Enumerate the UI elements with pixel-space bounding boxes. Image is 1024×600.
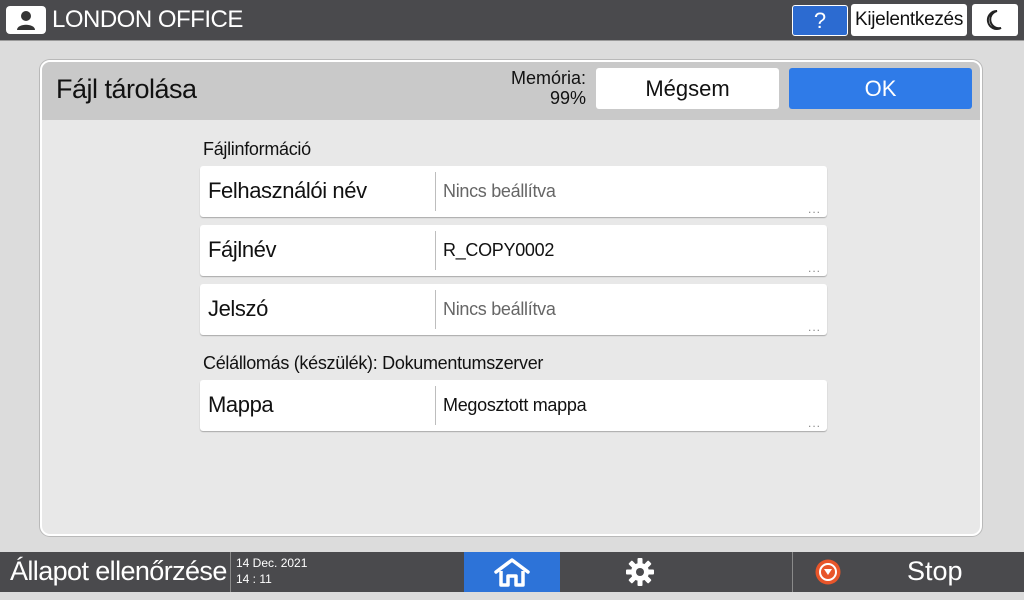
bottom-bar: Állapot ellenőrzése 14 Dec. 2021 14 : 11 (0, 552, 1024, 592)
field-divider (435, 290, 436, 329)
home-button[interactable] (464, 552, 560, 592)
user-name-field[interactable]: Felhasználói név Nincs beállítva ... (200, 166, 827, 217)
file-name-field[interactable]: Fájlnév R_COPY0002 ... (200, 225, 827, 276)
bottom-strip (0, 592, 1024, 600)
field-value: R_COPY0002 (443, 240, 555, 260)
destination-label: Célállomás (készülék): Dokumentumszerver (203, 353, 544, 373)
field-value: Megosztott mappa (443, 395, 587, 415)
file-info-label: Fájlinformáció (203, 139, 311, 159)
field-label: Mappa (208, 392, 274, 417)
field-label: Jelszó (208, 296, 268, 321)
date-text: 14 Dec. 2021 (236, 556, 308, 570)
more-indicator: ... (807, 202, 821, 216)
gear-icon (626, 558, 654, 586)
stop-icon[interactable] (815, 559, 841, 585)
field-value: Nincs beállítva (443, 299, 556, 319)
field-divider (435, 231, 436, 270)
time-text: 14 : 11 (236, 572, 272, 586)
date-time: 14 Dec. 2021 14 : 11 (236, 555, 307, 587)
memory-label: Memória: (510, 68, 586, 88)
field-divider (435, 172, 436, 211)
device-name: LONDON OFFICE (52, 6, 243, 33)
settings-button[interactable] (590, 552, 690, 592)
help-icon: ? (813, 7, 827, 33)
top-divider (0, 40, 1024, 41)
password-field[interactable]: Jelszó Nincs beállítva ... (200, 284, 827, 335)
more-indicator: ... (807, 261, 821, 275)
field-divider (435, 386, 436, 425)
check-status-button[interactable]: Állapot ellenőrzése (10, 556, 227, 587)
help-button[interactable]: ? (792, 5, 848, 36)
energy-saver-button[interactable] (972, 4, 1018, 36)
home-icon (494, 558, 530, 587)
logout-button[interactable]: Kijelentkezés (851, 4, 967, 36)
ok-button[interactable]: OK (789, 68, 972, 109)
more-indicator: ... (807, 416, 821, 430)
bottom-divider (792, 552, 793, 592)
dialog-title: Fájl tárolása (56, 74, 197, 104)
dialog-header: Fájl tárolása Memória: 99% Mégsem OK (42, 62, 980, 120)
user-icon[interactable] (6, 6, 46, 34)
field-label: Felhasználói név (208, 178, 367, 203)
cancel-button[interactable]: Mégsem (596, 68, 779, 109)
memory-value: 99% (549, 88, 586, 108)
memory-indicator: Memória: 99% (490, 68, 586, 108)
store-file-dialog: Fájl tárolása Memória: 99% Mégsem OK Fáj… (40, 60, 982, 536)
field-value: Nincs beállítva (443, 181, 556, 201)
moon-icon (986, 9, 1002, 30)
more-indicator: ... (807, 320, 821, 334)
field-label: Fájlnév (208, 237, 277, 262)
folder-field[interactable]: Mappa Megosztott mappa ... (200, 380, 827, 431)
stop-button[interactable]: Stop (907, 556, 963, 587)
top-bar: LONDON OFFICE ? Kijelentkezés (0, 0, 1024, 40)
bottom-divider (230, 552, 231, 592)
